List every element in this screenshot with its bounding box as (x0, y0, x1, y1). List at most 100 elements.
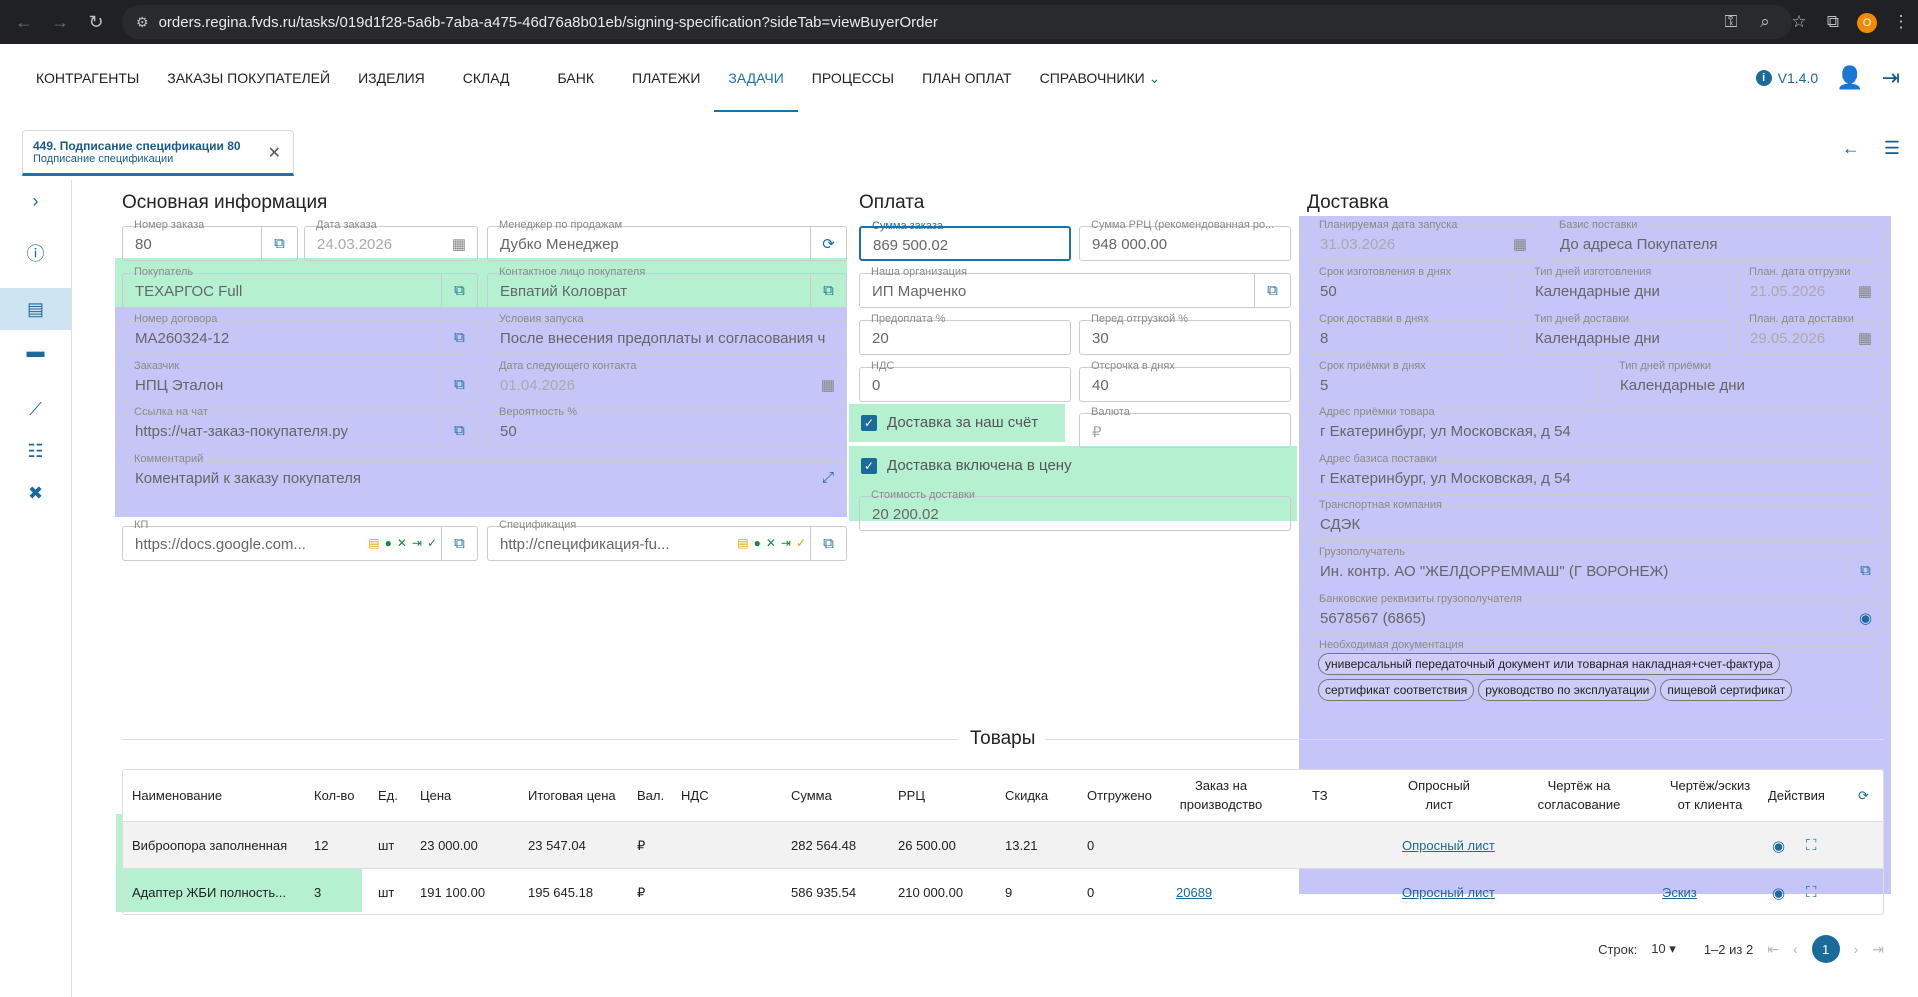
prod-type-field[interactable]: Тип дней изготовления Календарные дни (1522, 266, 1729, 308)
calendar-icon[interactable]: ▦ (441, 227, 477, 260)
profile-avatar[interactable]: O (1850, 11, 1884, 33)
col-header[interactable]: Кол-во (314, 770, 354, 822)
accept-address-field[interactable]: Адрес приёмки товара г Екатеринбург, ул … (1307, 406, 1884, 448)
scan-icon[interactable]: ⛶ (1806, 822, 1817, 869)
version-info[interactable]: i V1.4.0 (1755, 70, 1818, 86)
order-date-field[interactable]: Дата заказа 24.03.2026 ▦ (304, 219, 478, 261)
basis-address-field[interactable]: Адрес базиса поставки г Екатеринбург, ул… (1307, 453, 1884, 495)
last-page-icon[interactable]: ⇥ (1872, 941, 1884, 958)
reject-icon[interactable]: ✕ (397, 536, 407, 550)
doc-icon[interactable]: ▤ (737, 536, 748, 550)
calendar-icon[interactable]: ▦ (1502, 227, 1538, 260)
comment-field[interactable]: Комментарий Коментарий к заказу покупате… (122, 453, 847, 516)
ship-date-field[interactable]: План. дата отгрузки 21.05.2026 ▦ (1737, 266, 1884, 308)
prod-days-field[interactable]: Срок изготовления в днях 50 (1307, 266, 1514, 308)
open-external-icon[interactable]: ⧉ (441, 414, 477, 447)
calendar-icon[interactable]: ▦ (810, 368, 846, 401)
horizontal-scrollbar[interactable] (123, 914, 1883, 915)
col-header[interactable]: Скидка (1005, 770, 1048, 822)
col-header[interactable]: РРЦ (898, 770, 925, 822)
col-header[interactable]: Опросный лист (1394, 770, 1484, 822)
prepay-field[interactable]: Предоплата % 20 (859, 313, 1071, 355)
nav-item-payment-plan[interactable]: План оплат (908, 44, 1026, 112)
open-external-icon[interactable]: ⧉ (810, 527, 846, 560)
page-number[interactable]: 1 (1811, 935, 1840, 963)
login-icon[interactable]: ⇥ (781, 536, 791, 550)
delay-field[interactable]: Отсрочка в днях 40 (1079, 360, 1291, 402)
chat-link-field[interactable]: Ссылка на чат https://чат-заказ-покупате… (122, 406, 478, 448)
star-icon[interactable]: ☆ (1782, 12, 1816, 32)
col-header[interactable]: Чертёж/эскиз от клиента (1662, 770, 1758, 822)
sketch-link[interactable]: Эскиз (1662, 885, 1697, 900)
address-bar[interactable]: ⚙ orders.regina.fvds.ru/tasks/019d1f28-5… (122, 5, 1792, 39)
site-settings-icon[interactable]: ⚙ (136, 14, 149, 31)
order-number-field[interactable]: Номер заказа 80 ⧉ (122, 219, 298, 261)
our-org-field[interactable]: Наша организация ИП Марченко ⧉ (859, 266, 1291, 308)
accept-type-field[interactable]: Тип дней приёмки Календарные дни (1607, 360, 1884, 402)
reload-icon[interactable]: ↻ (78, 12, 114, 33)
before-ship-field[interactable]: Перед отгрузкой % 30 (1079, 313, 1291, 355)
col-header[interactable]: Цена (420, 770, 451, 822)
open-external-icon[interactable]: ⧉ (441, 368, 477, 401)
view-icon[interactable]: ◉ (1772, 869, 1785, 914)
open-external-icon[interactable]: ⧉ (441, 274, 477, 307)
rows-per-page-select[interactable]: 10 ▾ (1651, 941, 1676, 957)
launch-conditions-field[interactable]: Условия запуска После внесения предоплат… (487, 313, 847, 355)
user-check-icon[interactable]: ● (385, 536, 392, 550)
sidebar-chat-icon[interactable]: ▬ (0, 330, 71, 372)
survey-link[interactable]: Опросный лист (1402, 885, 1495, 900)
accept-days-field[interactable]: Срок приёмки в днях 5 (1307, 360, 1599, 402)
approve-icon[interactable]: ✓ (427, 536, 437, 550)
close-tab-icon[interactable]: ✕ (268, 143, 281, 163)
col-header[interactable]: Чертёж на согласование (1531, 770, 1627, 822)
col-header[interactable]: Наименование (132, 770, 222, 822)
nav-item-bank[interactable]: Банк (534, 44, 618, 112)
back-icon[interactable]: ← (6, 12, 42, 33)
doc-chip[interactable]: универсальный передаточный документ или … (1318, 653, 1780, 675)
contact-field[interactable]: Контактное лицо покупателя Евпатий Колов… (487, 266, 847, 308)
delivery-date-field[interactable]: План. дата доставки 29.05.2026 ▦ (1737, 313, 1884, 355)
col-header[interactable]: Ед. (378, 770, 398, 822)
nav-item-processes[interactable]: Процессы (798, 44, 908, 112)
first-page-icon[interactable]: ⇤ (1767, 941, 1779, 958)
probability-field[interactable]: Вероятность % 50 (487, 406, 847, 448)
buyer-field[interactable]: Покупатель ТЕХАРГОС Full ⧉ (122, 266, 478, 308)
kp-field[interactable]: КП https://docs.google.com... ▤ ● ✕ ⇥ ✓ … (122, 519, 478, 561)
nav-item-payments[interactable]: Платежи (618, 44, 714, 112)
col-header[interactable]: Действия (1768, 770, 1825, 822)
nav-item-references[interactable]: Справочники ⌄ (1026, 44, 1175, 112)
bank-details-field[interactable]: Банковские реквизиты грузополучателя 567… (1307, 593, 1884, 635)
key-icon[interactable]: ⚿ (1714, 12, 1748, 32)
survey-link[interactable]: Опросный лист (1402, 838, 1495, 853)
currency-field[interactable]: Валюта ₽ (1079, 406, 1291, 448)
login-icon[interactable]: ⇥ (412, 536, 422, 550)
arrow-left-icon[interactable]: ← (1842, 138, 1860, 159)
open-external-icon[interactable]: ⧉ (810, 274, 846, 307)
nav-item-tasks[interactable]: Задачи (714, 44, 798, 112)
table-row[interactable]: Виброопора заполненная 12 шт 23 000.00 2… (123, 822, 1883, 869)
next-contact-field[interactable]: Дата следующего контакта 01.04.2026 ▦ (487, 360, 847, 402)
delivery-type-field[interactable]: Тип дней доставки Календарные дни (1522, 313, 1729, 355)
hamburger-menu-icon[interactable]: ☰ (1884, 138, 1900, 159)
nav-item-products[interactable]: Изделия (344, 44, 439, 112)
vat-field[interactable]: НДС 0 (859, 360, 1071, 402)
sidebar-list-icon[interactable]: ☷ (0, 430, 71, 472)
sidebar-order-icon[interactable]: ▤ (0, 288, 71, 330)
doc-chip[interactable]: пищевой сертификат (1660, 679, 1793, 701)
task-tab[interactable]: 449. Подписание спецификации 80 Подписан… (22, 130, 294, 176)
col-header[interactable]: Заказ на производство (1171, 770, 1271, 822)
refresh-icon[interactable]: ⟳ (810, 227, 846, 260)
order-sum-field[interactable]: Сумма заказа 869 500.02 (859, 220, 1071, 261)
calendar-icon[interactable]: ▦ (1847, 274, 1883, 307)
logout-icon[interactable]: ⇥ (1882, 65, 1900, 91)
col-header[interactable]: НДС (681, 770, 709, 822)
open-external-icon[interactable]: ⧉ (261, 227, 297, 260)
doc-icon[interactable]: ▤ (368, 536, 379, 550)
sidebar-expand-icon[interactable]: › (0, 180, 71, 222)
launch-date-field[interactable]: Планируемая дата запуска 31.03.2026 ▦ (1307, 219, 1539, 261)
refresh-icon[interactable]: ⟳ (1858, 770, 1869, 822)
basis-field[interactable]: Базис поставки До адреса Покупателя (1547, 219, 1884, 261)
scan-icon[interactable]: ⛶ (1806, 869, 1817, 914)
rrp-sum-field[interactable]: Сумма РРЦ (рекомендованная ро... 948 000… (1079, 219, 1291, 261)
consignee-field[interactable]: Грузополучатель Ин. контр. АО "ЖЕЛДОРРЕМ… (1307, 546, 1884, 588)
